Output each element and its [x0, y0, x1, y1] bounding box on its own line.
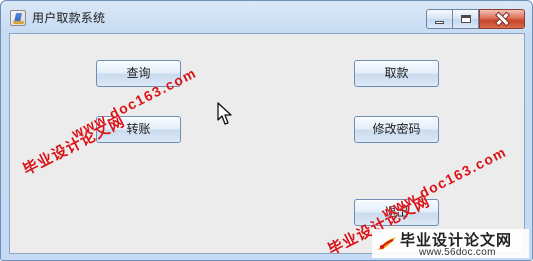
maximize-button[interactable]	[453, 9, 479, 29]
window-title: 用户取款系统	[32, 11, 106, 25]
minimize-button[interactable]	[426, 9, 453, 29]
maximize-icon	[460, 15, 471, 23]
close-button[interactable]	[479, 9, 525, 29]
window-controls	[426, 9, 525, 29]
content-panel: 查询 转账 取款 修改密码 退出	[9, 33, 525, 254]
transfer-button[interactable]: 转账	[96, 116, 181, 143]
withdraw-button[interactable]: 取款	[354, 60, 439, 87]
minimize-icon	[435, 21, 444, 24]
query-button[interactable]: 查询	[96, 60, 181, 87]
app-window: 用户取款系统 查询 转账 取款 修改密码 退出 毕业设计论文网 www.doc1…	[0, 0, 533, 261]
close-icon	[496, 13, 508, 25]
title-bar[interactable]: 用户取款系统	[1, 1, 532, 34]
change-password-button[interactable]: 修改密码	[354, 116, 439, 143]
exit-button[interactable]: 退出	[354, 199, 439, 226]
java-app-icon	[10, 10, 26, 26]
mouse-cursor-icon	[217, 102, 232, 125]
